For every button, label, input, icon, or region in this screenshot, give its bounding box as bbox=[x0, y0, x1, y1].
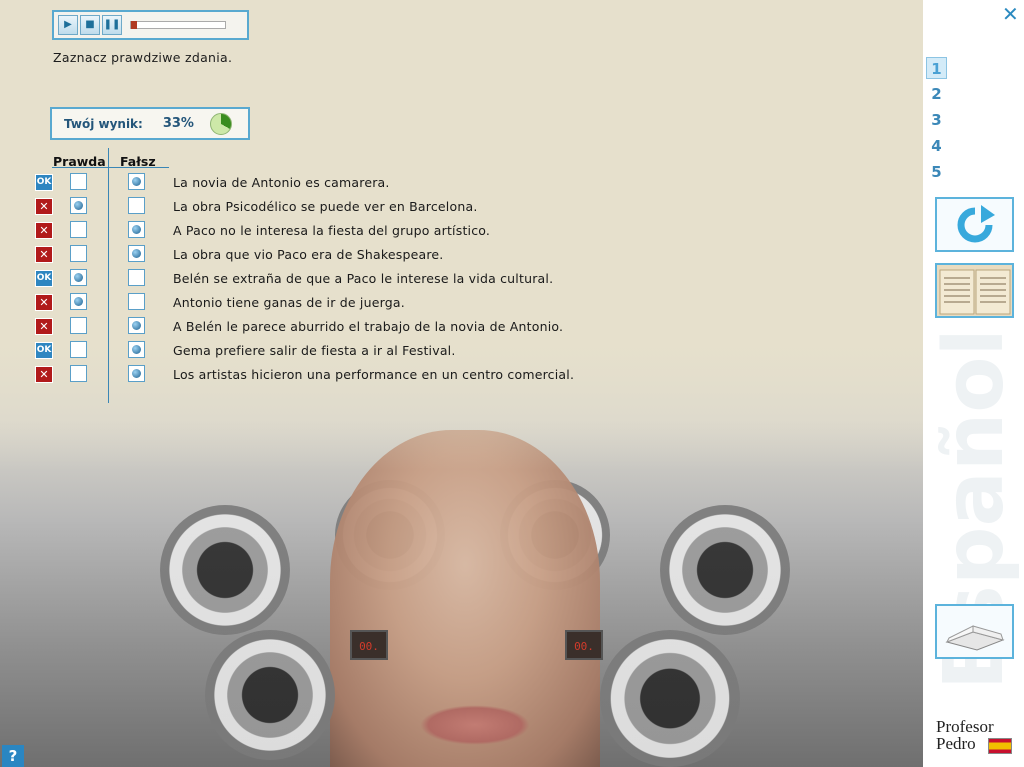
wrong-badge: ✕ bbox=[35, 293, 53, 311]
false-checkbox[interactable] bbox=[128, 317, 145, 334]
audio-progress-bar[interactable] bbox=[130, 21, 226, 29]
statement-row: ✕ Los artistas hicieron una performance e… bbox=[35, 364, 574, 384]
audio-progress-knob[interactable] bbox=[131, 21, 137, 29]
pause-icon: ❚❚ bbox=[103, 19, 121, 30]
statement-text: Gema prefiere salir de fiesta a ir al Fe… bbox=[173, 342, 456, 358]
statement-text: A Belén le parece aburrido el trabajo de… bbox=[173, 318, 564, 334]
statement-text: La novia de Antonio es camarera. bbox=[173, 174, 390, 190]
column-divider bbox=[108, 148, 109, 403]
page-3-button[interactable]: 3 bbox=[926, 109, 947, 131]
page-2-button[interactable]: 2 bbox=[926, 83, 947, 105]
play-icon: ▶ bbox=[64, 19, 72, 30]
dial-display-right: 00. bbox=[565, 630, 603, 660]
score-label: Twój wynik: bbox=[64, 116, 143, 131]
statement-row: OK Gema prefiere salir de fiesta a ir al … bbox=[35, 340, 455, 360]
stop-button[interactable]: ■ bbox=[80, 15, 100, 35]
statement-row: ✕ Antonio tiene ganas de ir de juerga. bbox=[35, 292, 405, 312]
correct-badge: OK bbox=[35, 173, 53, 191]
spain-flag-icon bbox=[988, 738, 1012, 754]
statement-text: Belén se extraña de que a Paco le intere… bbox=[173, 270, 554, 286]
false-checkbox[interactable] bbox=[128, 365, 145, 382]
brand-line-2: Pedro bbox=[936, 734, 976, 753]
statement-text: La obra Psicodélico se puede ver en Barc… bbox=[173, 198, 478, 214]
false-checkbox[interactable] bbox=[128, 173, 145, 190]
page-4-button[interactable]: 4 bbox=[926, 135, 947, 157]
false-checkbox[interactable] bbox=[128, 245, 145, 262]
dictionary-button[interactable] bbox=[935, 604, 1014, 659]
stop-icon: ■ bbox=[85, 19, 95, 30]
brand-line-1: Profesor bbox=[936, 717, 994, 736]
wrong-badge: ✕ bbox=[35, 317, 53, 335]
text-view-button[interactable] bbox=[935, 263, 1014, 318]
statement-row: OK Belén se extraña de que a Paco le inte… bbox=[35, 268, 553, 288]
retry-button[interactable] bbox=[935, 197, 1014, 252]
close-button[interactable]: ✕ bbox=[1002, 2, 1019, 26]
false-checkbox[interactable] bbox=[128, 269, 145, 286]
wrong-badge: ✕ bbox=[35, 197, 53, 215]
help-button[interactable]: ? bbox=[2, 745, 24, 767]
phoropter-dial-left bbox=[160, 505, 290, 635]
statement-row: ✕ La obra que vio Paco era de Shakespeare… bbox=[35, 244, 443, 264]
phoropter-knob-left bbox=[205, 630, 335, 760]
statement-text: A Paco no le interesa la fiesta del grup… bbox=[173, 222, 491, 238]
true-checkbox[interactable] bbox=[70, 269, 87, 286]
true-checkbox[interactable] bbox=[70, 173, 87, 190]
statement-text: La obra que vio Paco era de Shakespeare. bbox=[173, 246, 444, 262]
instruction-text: Zaznacz prawdziwe zdania. bbox=[53, 50, 233, 65]
score-pie-icon bbox=[209, 112, 232, 135]
statement-text: Los artistas hicieron una performance en… bbox=[173, 366, 575, 382]
statement-row: ✕ La obra Psicodélico se puede ver en Bar… bbox=[35, 196, 477, 216]
play-button[interactable]: ▶ bbox=[58, 15, 78, 35]
page-5-button[interactable]: 5 bbox=[926, 161, 947, 183]
statement-row: ✕ A Belén le parece aburrido el trabajo d… bbox=[35, 316, 563, 336]
correct-badge: OK bbox=[35, 341, 53, 359]
true-checkbox[interactable] bbox=[70, 197, 87, 214]
wrong-badge: ✕ bbox=[35, 221, 53, 239]
false-checkbox[interactable] bbox=[128, 341, 145, 358]
correct-badge: OK bbox=[35, 269, 53, 287]
false-checkbox[interactable] bbox=[128, 197, 145, 214]
dictionary-book-icon bbox=[944, 624, 1005, 651]
statement-row: ✕ A Paco no le interesa la fiesta del gru… bbox=[35, 220, 490, 240]
open-book-text-icon bbox=[939, 269, 1010, 314]
brand-logo-text: Profesor Pedro bbox=[936, 718, 994, 752]
true-checkbox[interactable] bbox=[70, 341, 87, 358]
true-checkbox[interactable] bbox=[70, 221, 87, 238]
pause-button[interactable]: ❚❚ bbox=[102, 15, 122, 35]
false-checkbox[interactable] bbox=[128, 293, 145, 310]
true-checkbox[interactable] bbox=[70, 365, 87, 382]
header-divider bbox=[52, 167, 169, 168]
false-checkbox[interactable] bbox=[128, 221, 145, 238]
statement-text: Antonio tiene ganas de ir de juerga. bbox=[173, 294, 405, 310]
statement-row: OK La novia de Antonio es camarera. bbox=[35, 172, 389, 192]
true-checkbox[interactable] bbox=[70, 317, 87, 334]
wrong-badge: ✕ bbox=[35, 365, 53, 383]
score-value: 33% bbox=[162, 116, 194, 131]
phoropter-dial-right bbox=[660, 505, 790, 635]
page-1-button[interactable]: 1 bbox=[926, 57, 947, 79]
phoropter-knob-right bbox=[600, 630, 740, 767]
refresh-icon bbox=[957, 204, 995, 242]
audio-player: ▶ ■ ❚❚ bbox=[52, 10, 249, 40]
lips-image bbox=[420, 705, 530, 745]
wrong-badge: ✕ bbox=[35, 245, 53, 263]
true-checkbox[interactable] bbox=[70, 293, 87, 310]
true-checkbox[interactable] bbox=[70, 245, 87, 262]
score-panel: Twój wynik: 33% bbox=[50, 107, 250, 140]
dial-display-left: 00. bbox=[350, 630, 388, 660]
